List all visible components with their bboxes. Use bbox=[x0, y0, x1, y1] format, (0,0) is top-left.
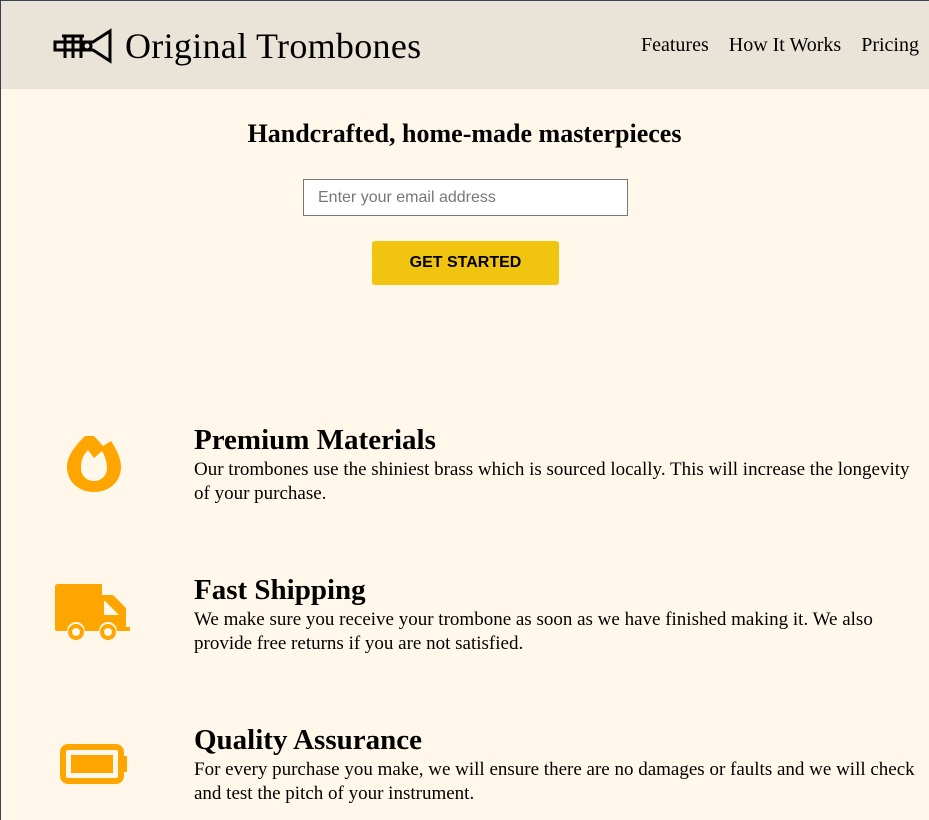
feature-title: Quality Assurance bbox=[194, 724, 422, 756]
feature-text: We make sure you receive your trombone a… bbox=[194, 609, 873, 654]
site-header: Original Trombones Features How It Works… bbox=[1, 1, 929, 89]
feature-title: Fast Shipping bbox=[194, 574, 366, 606]
feature-text: For every purchase you make, we will ens… bbox=[194, 759, 915, 804]
feature-text: Our trombones use the shiniest brass whi… bbox=[194, 459, 910, 504]
brand-name: Original Trombones bbox=[125, 26, 422, 66]
nav-link-pricing[interactable]: Pricing bbox=[861, 34, 919, 57]
battery-full-icon bbox=[53, 744, 135, 784]
hero-title: Handcrafted, home-made masterpieces bbox=[247, 119, 682, 148]
trumpet-icon bbox=[53, 28, 112, 64]
feature-title: Premium Materials bbox=[194, 424, 436, 456]
fire-icon bbox=[53, 434, 135, 494]
nav-link-features[interactable]: Features bbox=[641, 34, 709, 57]
truck-icon bbox=[53, 584, 135, 644]
nav-link-how-it-works[interactable]: How It Works bbox=[729, 34, 841, 57]
get-started-button[interactable]: GET STARTED bbox=[372, 241, 559, 285]
email-input[interactable] bbox=[303, 179, 628, 216]
main-nav: Features How It Works Pricing bbox=[641, 34, 919, 57]
brand-logo[interactable]: Original Trombones bbox=[53, 25, 421, 67]
